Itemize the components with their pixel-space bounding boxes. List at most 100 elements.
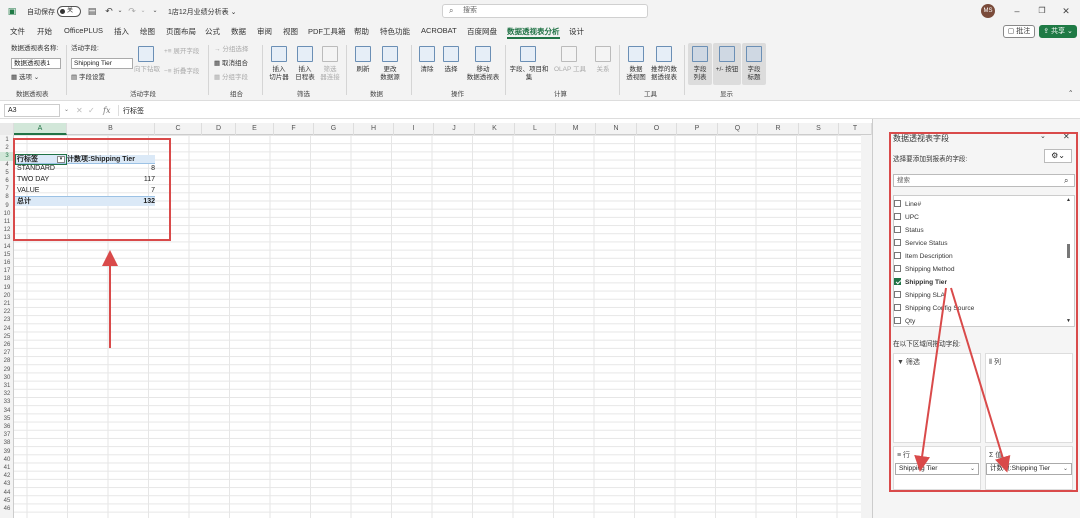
tab-file[interactable]: 文件 <box>10 26 25 37</box>
tab-home[interactable]: 开始 <box>37 26 52 37</box>
vertical-scrollbar[interactable] <box>861 135 872 518</box>
column-header-r[interactable]: R <box>758 123 799 135</box>
collapse-ribbon-icon[interactable]: ⌃ <box>1068 90 1073 98</box>
restore-icon[interactable]: ❐ <box>1035 0 1049 22</box>
row-header[interactable]: 8 <box>0 193 14 201</box>
refresh-icon[interactable] <box>355 46 371 62</box>
field-list-icon[interactable] <box>692 46 708 62</box>
row-header[interactable]: 6 <box>0 177 14 185</box>
undo-icon[interactable]: ↶ <box>103 0 115 22</box>
row-header[interactable]: 43 <box>0 480 14 488</box>
tab-baidu-netdisk[interactable]: 百度网盘 <box>467 26 497 37</box>
row-header[interactable]: 21 <box>0 300 14 308</box>
name-box-dropdown-icon[interactable]: ⌄ <box>64 102 69 119</box>
row-header[interactable]: 27 <box>0 349 14 357</box>
tab-formulas[interactable]: 公式 <box>205 26 220 37</box>
column-header-l[interactable]: L <box>515 123 556 135</box>
row-header[interactable]: 37 <box>0 431 14 439</box>
row-header[interactable]: 46 <box>0 505 14 513</box>
column-header-g[interactable]: G <box>314 123 354 135</box>
column-header-i[interactable]: I <box>394 123 434 135</box>
minimize-icon[interactable]: – <box>1010 0 1024 22</box>
column-header-o[interactable]: O <box>637 123 677 135</box>
column-header-p[interactable]: P <box>677 123 718 135</box>
tab-officeplus[interactable]: OfficePLUS <box>64 26 103 35</box>
avatar[interactable]: MS <box>981 4 995 18</box>
undo-dropdown-icon[interactable]: ⌄ <box>116 0 124 22</box>
column-header-c[interactable]: C <box>155 123 202 135</box>
row-header[interactable]: 35 <box>0 415 14 423</box>
row-header[interactable]: 16 <box>0 259 14 267</box>
tab-review[interactable]: 审阅 <box>257 26 272 37</box>
recommended-pivot-icon[interactable] <box>656 46 672 62</box>
row-header[interactable]: 31 <box>0 382 14 390</box>
tab-help[interactable]: 帮助 <box>354 26 369 37</box>
column-header-k[interactable]: K <box>475 123 515 135</box>
options-button[interactable]: ▦ 选项 ⌄ <box>11 74 39 82</box>
row-header[interactable]: 33 <box>0 398 14 406</box>
fields-items-icon[interactable] <box>520 46 536 62</box>
row-header[interactable]: 17 <box>0 267 14 275</box>
row-header[interactable]: 23 <box>0 316 14 324</box>
insert-slicer-icon[interactable] <box>271 46 287 62</box>
autosave-toggle[interactable]: 关 <box>57 6 81 17</box>
column-header-b[interactable]: B <box>67 123 155 135</box>
column-header-f[interactable]: F <box>274 123 314 135</box>
row-header[interactable]: 45 <box>0 497 14 505</box>
redo-icon[interactable]: ↷ <box>126 0 138 22</box>
row-header[interactable]: 13 <box>0 234 14 242</box>
row-header[interactable]: 11 <box>0 218 14 226</box>
filter-connections-icon[interactable] <box>322 46 338 62</box>
tab-design[interactable]: 设计 <box>569 26 584 37</box>
active-field-input[interactable]: Shipping Tier <box>71 58 133 69</box>
column-header-q[interactable]: Q <box>718 123 758 135</box>
save-icon[interactable]: ▤ <box>86 0 98 22</box>
tab-pivot-analyze[interactable]: 数据透视表分析 <box>507 26 560 37</box>
row-header[interactable]: 18 <box>0 275 14 283</box>
row-header[interactable]: 22 <box>0 308 14 316</box>
tab-pdf-tools[interactable]: PDF工具箱 <box>308 26 346 37</box>
row-header[interactable]: 1 <box>0 136 14 144</box>
tab-data[interactable]: 数据 <box>231 26 246 37</box>
comment-button[interactable]: ▢ 批注 <box>1003 25 1035 38</box>
row-header[interactable]: 42 <box>0 472 14 480</box>
change-source-icon[interactable] <box>382 46 398 62</box>
row-header[interactable]: 41 <box>0 464 14 472</box>
share-button[interactable]: ⇪ 共享 ⌄ <box>1039 25 1077 38</box>
column-header-n[interactable]: N <box>596 123 637 135</box>
select-icon[interactable] <box>443 46 459 62</box>
clear-icon[interactable] <box>419 46 435 62</box>
row-header[interactable]: 25 <box>0 333 14 341</box>
tab-acrobat[interactable]: ACROBAT <box>421 26 457 35</box>
row-header[interactable]: 30 <box>0 374 14 382</box>
column-header-t[interactable]: T <box>839 123 872 135</box>
tab-draw[interactable]: 绘图 <box>140 26 155 37</box>
row-header[interactable]: 7 <box>0 185 14 193</box>
row-header[interactable]: 36 <box>0 423 14 431</box>
pivot-name-input[interactable]: 数据透视表1 <box>11 58 61 69</box>
expand-field-button[interactable]: +≡ 展开字段 <box>164 48 199 56</box>
field-headers-icon[interactable] <box>746 46 762 62</box>
formula-input[interactable]: 行标签 <box>123 106 144 116</box>
confirm-formula-icon[interactable]: ✓ <box>88 102 95 119</box>
collapse-field-button[interactable]: −≡ 折叠字段 <box>164 68 199 76</box>
tab-insert[interactable]: 插入 <box>114 26 129 37</box>
group-selection-button[interactable]: → 分组选择 <box>214 46 248 54</box>
olap-tools-icon[interactable] <box>561 46 577 62</box>
row-header[interactable]: 2 <box>0 144 14 152</box>
row-header[interactable]: 38 <box>0 439 14 447</box>
row-header[interactable]: 10 <box>0 210 14 218</box>
row-header[interactable]: 24 <box>0 325 14 333</box>
row-header[interactable]: 14 <box>0 243 14 251</box>
row-header[interactable]: 9 <box>0 202 14 210</box>
relationships-icon[interactable] <box>595 46 611 62</box>
group-field-button[interactable]: ▦ 分组字段 <box>214 74 248 82</box>
name-box[interactable]: A3 <box>4 104 60 117</box>
row-header[interactable]: 26 <box>0 341 14 349</box>
row-header[interactable]: 19 <box>0 284 14 292</box>
row-header[interactable]: 32 <box>0 390 14 398</box>
fx-icon[interactable]: fx <box>103 102 110 119</box>
cancel-formula-icon[interactable]: ✕ <box>76 102 83 119</box>
column-header-e[interactable]: E <box>236 123 274 135</box>
row-header[interactable]: 44 <box>0 489 14 497</box>
